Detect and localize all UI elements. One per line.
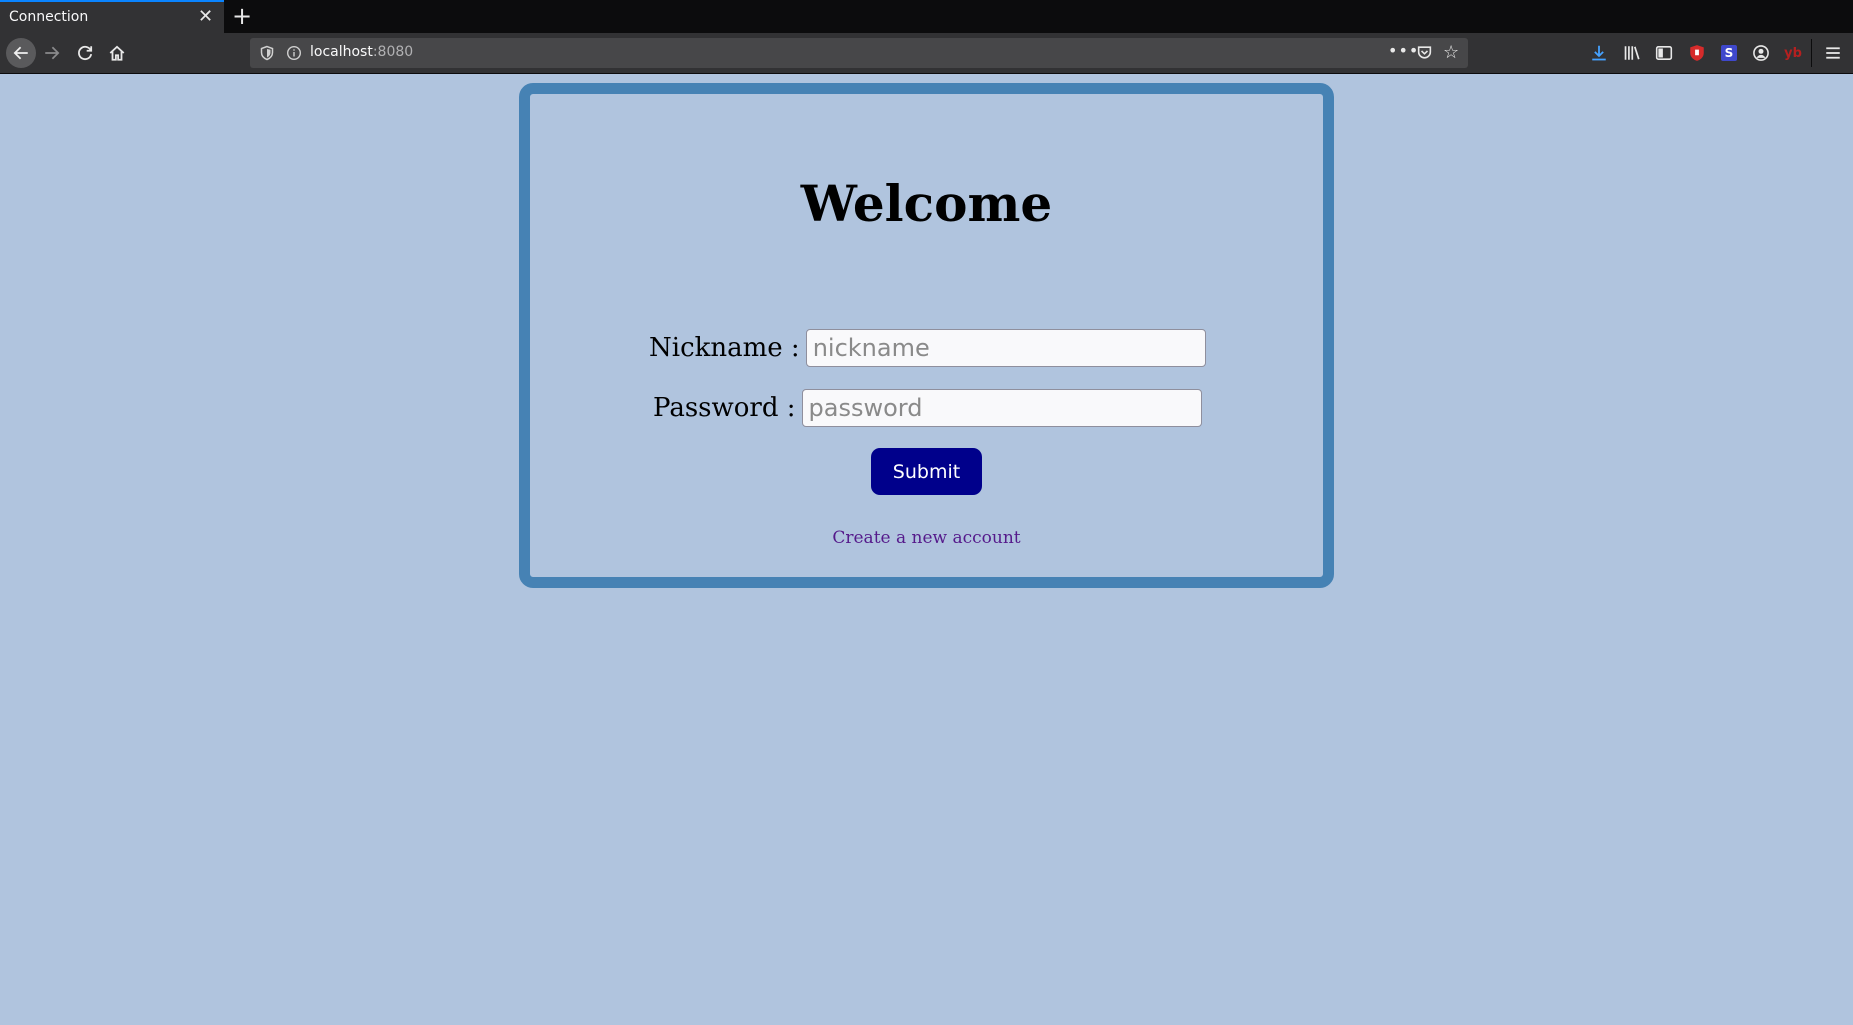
home-button[interactable] xyxy=(105,41,129,65)
ublock-icon[interactable] xyxy=(1685,41,1709,65)
reload-button[interactable] xyxy=(73,41,97,65)
library-icon[interactable] xyxy=(1620,41,1644,65)
password-label: Password : xyxy=(653,393,796,423)
navigation-toolbar: localhost:8080 ••• ☆ S yb xyxy=(0,33,1853,74)
tracking-shield-icon[interactable] xyxy=(259,45,275,65)
bookmark-star-icon[interactable]: ☆ xyxy=(1443,42,1459,63)
tab-bar: Connection ✕ + xyxy=(0,0,1853,33)
account-icon[interactable] xyxy=(1749,41,1773,65)
password-input[interactable] xyxy=(801,389,1202,427)
pocket-icon[interactable] xyxy=(1416,44,1433,65)
create-account-link[interactable]: Create a new account xyxy=(530,528,1323,548)
login-card: Welcome Nickname : Password : Submit Cre… xyxy=(519,83,1334,588)
url-port: :8080 xyxy=(372,44,414,60)
arrow-right-icon xyxy=(45,46,60,60)
tab-title: Connection xyxy=(9,9,89,25)
toolbar-divider xyxy=(1811,39,1812,67)
download-icon[interactable] xyxy=(1587,41,1611,65)
password-row: Password : xyxy=(653,389,1202,427)
home-icon xyxy=(109,45,125,61)
yb-label: yb xyxy=(1784,45,1802,61)
active-tab[interactable]: Connection ✕ xyxy=(0,0,224,33)
arrow-left-icon xyxy=(13,46,28,60)
page-actions-more-icon[interactable]: ••• xyxy=(1388,41,1419,60)
site-info-icon[interactable] xyxy=(286,45,302,65)
nickname-label: Nickname : xyxy=(649,333,800,363)
forward-button[interactable] xyxy=(40,41,64,65)
nickname-input[interactable] xyxy=(805,329,1206,367)
close-tab-icon[interactable]: ✕ xyxy=(198,6,213,27)
nickname-row: Nickname : xyxy=(649,329,1206,367)
address-bar[interactable]: localhost:8080 ••• ☆ xyxy=(250,38,1468,68)
yb-extension-icon[interactable]: yb xyxy=(1781,41,1805,65)
reload-icon xyxy=(78,45,93,61)
submit-button[interactable]: Submit xyxy=(871,448,982,495)
menu-icon[interactable] xyxy=(1821,41,1845,65)
extension-s-icon[interactable]: S xyxy=(1717,41,1741,65)
new-tab-button[interactable]: + xyxy=(232,2,252,30)
url-text: localhost:8080 xyxy=(310,44,413,60)
sidebar-icon[interactable] xyxy=(1652,41,1676,65)
back-button[interactable] xyxy=(6,38,36,68)
page-title: Welcome xyxy=(800,174,1053,233)
url-host: localhost xyxy=(310,44,373,60)
